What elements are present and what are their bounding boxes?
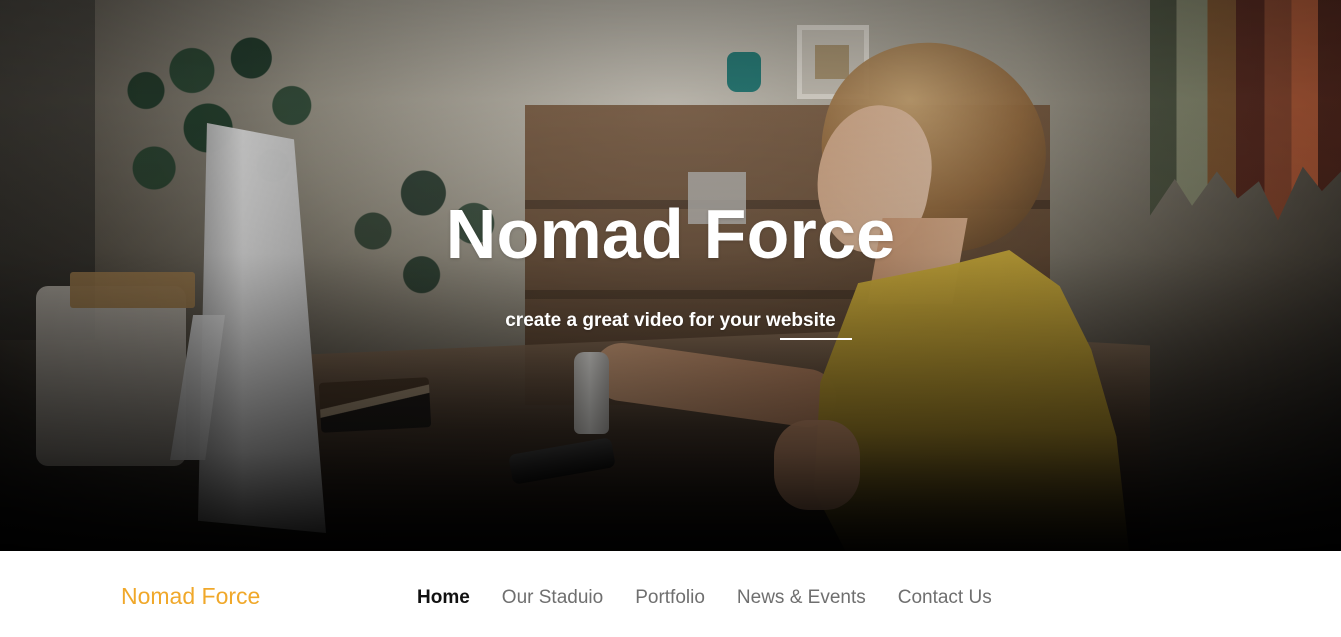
nav-home-link[interactable]: Home: [417, 588, 470, 607]
nav-links: Home Our Staduio Portfolio News & Events…: [417, 588, 992, 607]
nav-our-staduio-link[interactable]: Our Staduio: [502, 588, 603, 607]
hero-teal-pot: [727, 52, 761, 92]
hero-video-section: Nomad Force create a great video for you…: [0, 0, 1341, 551]
hero-person-shirt: [814, 250, 1129, 551]
subtitle-underline: [780, 338, 852, 340]
brand-link[interactable]: Nomad Force: [121, 585, 260, 608]
hero-person-hand: [774, 420, 860, 510]
hero-notebooks: [318, 377, 432, 433]
hero-title: Nomad Force: [445, 195, 896, 273]
nav-contact-us-link[interactable]: Contact Us: [898, 588, 992, 607]
nav-portfolio-link[interactable]: Portfolio: [635, 588, 705, 607]
nav-news-events-link[interactable]: News & Events: [737, 588, 866, 607]
hero-subtitle: create a great video for your website: [505, 310, 836, 331]
hero-bottle: [574, 352, 609, 434]
